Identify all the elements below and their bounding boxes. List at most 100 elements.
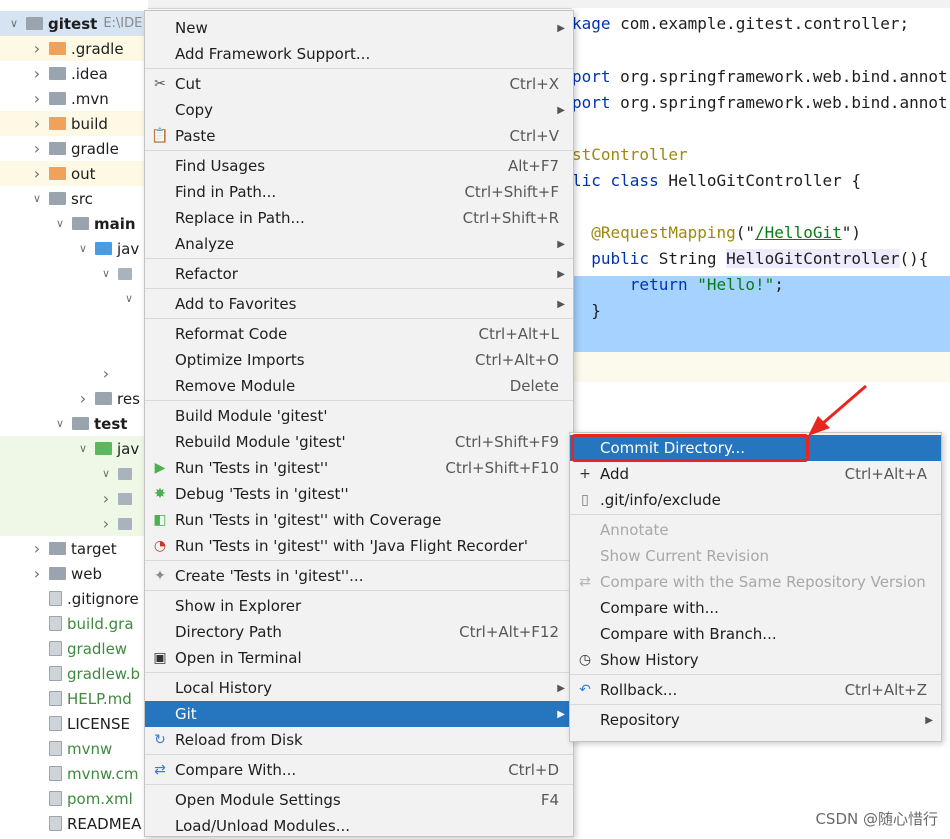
menu-item-create-tests-in-gitest[interactable]: ✦ Create 'Tests in 'gitest''... <box>145 563 573 589</box>
tree-item[interactable]: ∨ <box>0 461 148 486</box>
tree-item[interactable] <box>0 311 148 336</box>
chevron-right-icon[interactable]: › <box>31 139 43 158</box>
chevron-down-icon[interactable]: ∨ <box>77 442 89 455</box>
tree-item[interactable]: READMEA <box>0 811 148 836</box>
menu-item-open-module-settings[interactable]: Open Module Settings F4 <box>145 787 573 813</box>
menu-item-git[interactable]: Git ▶ <box>145 701 573 727</box>
menu-item-load-unload-modules[interactable]: Load/Unload Modules... <box>145 813 573 839</box>
chevron-down-icon[interactable]: ∨ <box>100 467 112 480</box>
chevron-right-icon[interactable]: › <box>31 539 43 558</box>
chevron-down-icon[interactable]: ∨ <box>54 417 66 430</box>
tree-item[interactable]: build.gra <box>0 611 148 636</box>
menu-item-paste[interactable]: 📋 Paste Ctrl+V <box>145 123 573 149</box>
menu-item-run-tests-in-gitest[interactable]: ▶ Run 'Tests in 'gitest'' Ctrl+Shift+F10 <box>145 455 573 481</box>
tree-item[interactable]: gradlew <box>0 636 148 661</box>
chevron-right-icon[interactable]: › <box>100 364 112 383</box>
tree-item[interactable]: ∨ test <box>0 411 148 436</box>
tree-item-label: jav <box>117 239 140 258</box>
tree-item[interactable]: › .idea <box>0 61 148 86</box>
chevron-down-icon[interactable]: ∨ <box>8 17 20 30</box>
chevron-right-icon[interactable]: › <box>31 39 43 58</box>
menu-item-analyze[interactable]: Analyze ▶ <box>145 231 573 257</box>
tree-item[interactable]: › .mvn <box>0 86 148 111</box>
chevron-down-icon[interactable]: ∨ <box>77 242 89 255</box>
chevron-right-icon[interactable]: › <box>31 114 43 133</box>
tree-item[interactable]: gradlew.b <box>0 661 148 686</box>
folder-icon <box>49 117 66 130</box>
menu-item-rollback[interactable]: ↶ Rollback... Ctrl+Alt+Z <box>570 677 941 703</box>
code-token: (" <box>735 223 756 242</box>
tree-item[interactable] <box>0 336 148 361</box>
chevron-down-icon[interactable]: ∨ <box>123 292 135 305</box>
menu-item-optimize-imports[interactable]: Optimize Imports Ctrl+Alt+O <box>145 347 573 373</box>
folder-icon <box>95 392 112 405</box>
menu-item-run-tests-in-gitest-with-java-flight-recorder[interactable]: ◔ Run 'Tests in 'gitest'' with 'Java Flig… <box>145 533 573 559</box>
tree-item[interactable]: › res <box>0 386 148 411</box>
menu-item-open-in-terminal[interactable]: ▣ Open in Terminal <box>145 645 573 671</box>
tree-item[interactable]: › <box>0 511 148 536</box>
menu-item-replace-in-path[interactable]: Replace in Path... Ctrl+Shift+R <box>145 205 573 231</box>
menu-item-remove-module[interactable]: Remove Module Delete <box>145 373 573 399</box>
menu-item-refactor[interactable]: Refactor ▶ <box>145 261 573 287</box>
chevron-right-icon[interactable]: › <box>31 564 43 583</box>
tree-item[interactable]: ∨ src <box>0 186 148 211</box>
menu-item-label: Run 'Tests in 'gitest'' <box>175 459 329 477</box>
menu-item-label: Find Usages <box>175 157 266 175</box>
tree-item[interactable]: ∨ <box>0 261 148 286</box>
tree-item[interactable]: › out <box>0 161 148 186</box>
tree-item[interactable]: ∨ <box>0 286 148 311</box>
menu-item-add[interactable]: + Add Ctrl+Alt+A <box>570 461 941 487</box>
tree-item[interactable]: ∨ jav <box>0 236 148 261</box>
tree-item[interactable]: ∨ jav <box>0 436 148 461</box>
menu-item-compare-with[interactable]: Compare with... <box>570 595 941 621</box>
menu-item-add-framework-support[interactable]: Add Framework Support... <box>145 41 573 67</box>
tree-item[interactable]: LICENSE <box>0 711 148 736</box>
menu-item-cut[interactable]: ✂ Cut Ctrl+X <box>145 71 573 97</box>
menu-item-add-to-favorites[interactable]: Add to Favorites ▶ <box>145 291 573 317</box>
tree-item[interactable]: › target <box>0 536 148 561</box>
tree-item[interactable]: ∨ main <box>0 211 148 236</box>
tree-item[interactable]: › gradle <box>0 136 148 161</box>
chevron-right-icon[interactable]: › <box>31 164 43 183</box>
menu-item-debug-tests-in-gitest[interactable]: ✸ Debug 'Tests in 'gitest'' <box>145 481 573 507</box>
tree-item[interactable]: mvnw <box>0 736 148 761</box>
chevron-down-icon[interactable]: ∨ <box>100 267 112 280</box>
tree-item[interactable]: mvnw.cm <box>0 761 148 786</box>
tree-item-label: main <box>94 214 136 233</box>
chevron-right-icon[interactable]: › <box>77 389 89 408</box>
menu-item-repository[interactable]: Repository ▶ <box>570 707 941 733</box>
chevron-right-icon[interactable]: › <box>100 514 112 533</box>
menu-separator <box>145 150 573 151</box>
tree-item-label: gradlew <box>67 639 128 658</box>
menu-item-compare-with-branch[interactable]: Compare with Branch... <box>570 621 941 647</box>
menu-item-reload-from-disk[interactable]: ↻ Reload from Disk <box>145 727 573 753</box>
menu-item-git-info-exclude[interactable]: ▯ .git/info/exclude <box>570 487 941 513</box>
tree-item[interactable]: › .gradle <box>0 36 148 61</box>
chevron-right-icon[interactable]: › <box>31 89 43 108</box>
tree-item[interactable]: pom.xml <box>0 786 148 811</box>
chevron-right-icon[interactable]: › <box>31 64 43 83</box>
menu-item-run-tests-in-gitest-with-coverage[interactable]: ◧ Run 'Tests in 'gitest'' with Coverage <box>145 507 573 533</box>
tree-item[interactable]: › <box>0 361 148 386</box>
chevron-down-icon[interactable]: ∨ <box>54 217 66 230</box>
menu-item-rebuild-module-gitest[interactable]: Rebuild Module 'gitest' Ctrl+Shift+F9 <box>145 429 573 455</box>
menu-item-new[interactable]: New ▶ <box>145 15 573 41</box>
menu-item-directory-path[interactable]: Directory Path Ctrl+Alt+F12 <box>145 619 573 645</box>
chevron-down-icon[interactable]: ∨ <box>31 192 43 205</box>
menu-item-compare-with[interactable]: ⇄ Compare With... Ctrl+D <box>145 757 573 783</box>
tree-item[interactable]: ∨ gitest E:\IDE <box>0 11 148 36</box>
menu-item-reformat-code[interactable]: Reformat Code Ctrl+Alt+L <box>145 321 573 347</box>
tree-item[interactable]: › <box>0 486 148 511</box>
menu-item-build-module-gitest[interactable]: Build Module 'gitest' <box>145 403 573 429</box>
menu-item-copy[interactable]: Copy ▶ <box>145 97 573 123</box>
tree-item[interactable]: › web <box>0 561 148 586</box>
menu-item-show-in-explorer[interactable]: Show in Explorer <box>145 593 573 619</box>
menu-item-local-history[interactable]: Local History ▶ <box>145 675 573 701</box>
menu-item-show-history[interactable]: ◷ Show History <box>570 647 941 673</box>
tree-item[interactable]: .gitignore <box>0 586 148 611</box>
tree-item[interactable]: HELP.md <box>0 686 148 711</box>
chevron-right-icon[interactable]: › <box>100 489 112 508</box>
tree-item[interactable]: › build <box>0 111 148 136</box>
menu-item-find-in-path[interactable]: Find in Path... Ctrl+Shift+F <box>145 179 573 205</box>
menu-item-find-usages[interactable]: Find Usages Alt+F7 <box>145 153 573 179</box>
